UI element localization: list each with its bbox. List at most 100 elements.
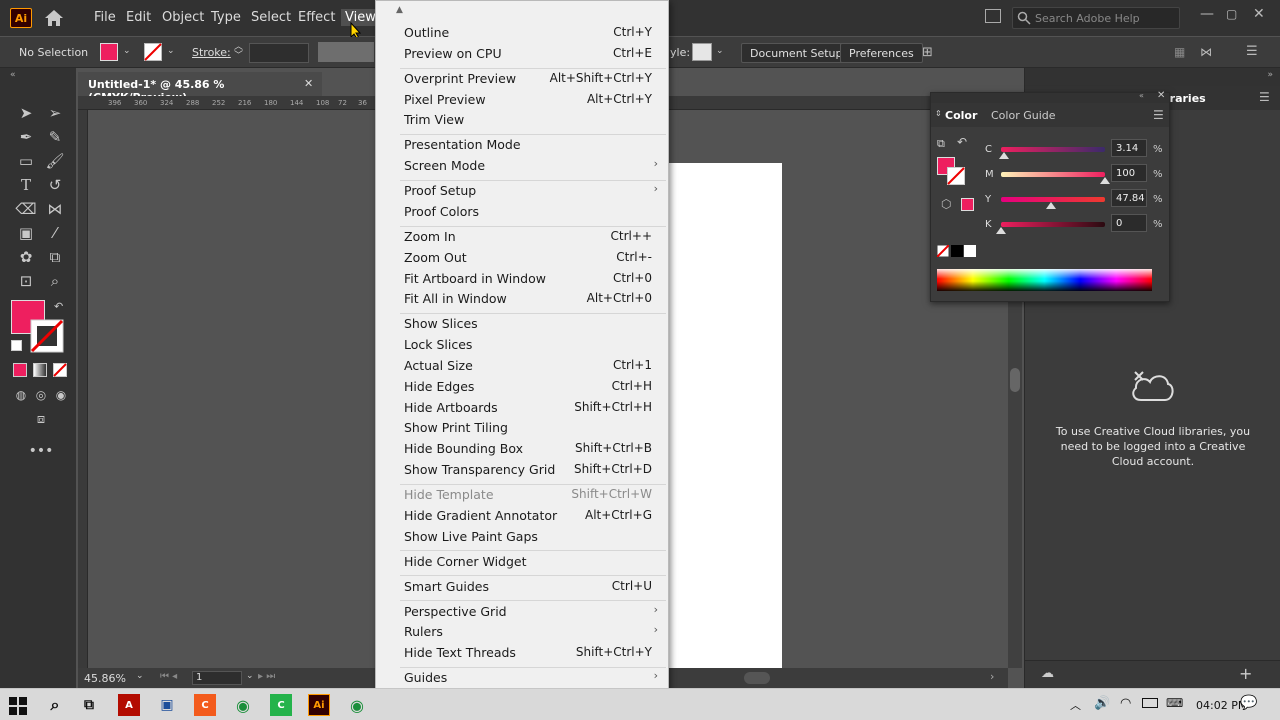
collapse-icon[interactable]: «	[10, 70, 16, 80]
default-colors-icon[interactable]	[11, 340, 22, 351]
menu-item-smart-guides[interactable]: Smart Guides Ctrl+U	[404, 579, 652, 600]
menu-item-preview-on-cpu[interactable]: Preview on CPU Ctrl+E	[404, 46, 652, 67]
remote-desktop-icon[interactable]: ▣	[156, 694, 178, 716]
gamut-color-swatch[interactable]	[961, 198, 974, 211]
chevron-updown-icon[interactable]: ⇕	[935, 109, 942, 118]
selection-tool-icon[interactable]: ➤	[15, 102, 37, 124]
menu-effect[interactable]: Effect	[298, 10, 335, 25]
menu-item-hide-artboards[interactable]: Hide Artboards Shift+Ctrl+H	[404, 400, 652, 421]
close-panel-icon[interactable]: ✕	[1157, 90, 1165, 101]
stroke-swatch[interactable]	[947, 167, 965, 185]
variable-width-profile[interactable]	[318, 42, 374, 62]
color-mode-icon[interactable]	[13, 363, 27, 377]
menu-item-show-transparency-grid[interactable]: Show Transparency Grid Shift+Ctrl+D	[404, 462, 652, 483]
scroll-thumb[interactable]	[744, 672, 770, 684]
type-tool-icon[interactable]: T	[15, 174, 37, 196]
illustrator-taskbar-icon[interactable]: Ai	[308, 694, 330, 716]
close-document-icon[interactable]: ✕	[304, 77, 313, 90]
fill-swatch[interactable]	[100, 43, 118, 61]
menu-item-fit-artboard-in-window[interactable]: Fit Artboard in Window Ctrl+0	[404, 271, 652, 292]
search-input[interactable]: Search Adobe Help	[1012, 7, 1180, 29]
black-slider[interactable]	[1001, 222, 1105, 227]
cyan-slider-thumb[interactable]	[999, 152, 1010, 159]
cyan-slider[interactable]	[1001, 147, 1105, 152]
eraser-tool-icon[interactable]: ⌫	[15, 198, 37, 220]
menu-item-show-live-paint-gaps[interactable]: Show Live Paint Gaps	[404, 529, 652, 550]
gradient-tool-icon[interactable]: ▣	[15, 222, 37, 244]
menu-object[interactable]: Object	[162, 10, 204, 25]
zoom-tool-icon[interactable]: ⌕	[44, 270, 66, 292]
color-spectrum[interactable]	[937, 269, 1152, 291]
menu-item-pixel-preview[interactable]: Pixel Preview Alt+Ctrl+Y	[404, 92, 652, 113]
eyedropper-tool-icon[interactable]: ⁄	[44, 222, 66, 244]
battery-icon[interactable]	[1142, 698, 1158, 708]
menu-item-hide-text-threads[interactable]: Hide Text Threads Shift+Ctrl+Y	[404, 645, 652, 666]
magenta-slider-thumb[interactable]	[1100, 177, 1110, 184]
collapse-icon[interactable]: «	[1139, 91, 1144, 100]
artboard[interactable]	[668, 163, 782, 668]
menu-item-hide-edges[interactable]: Hide Edges Ctrl+H	[404, 379, 652, 400]
menu-item-trim-view[interactable]: Trim View	[404, 112, 652, 133]
chevron-down-icon[interactable]: ⌄	[246, 671, 254, 681]
stroke-color-icon[interactable]	[30, 319, 64, 353]
close-window-button[interactable]: ✕	[1253, 6, 1265, 22]
task-view-icon[interactable]: ⧉	[78, 694, 100, 716]
volume-icon[interactable]: 🔊	[1094, 696, 1110, 711]
chevron-down-icon[interactable]: ⌄	[136, 671, 144, 681]
last-artboard-icon[interactable]: ▸ ⏭	[258, 671, 275, 682]
panel-menu-icon[interactable]: ☰	[1246, 44, 1258, 59]
black-swatch[interactable]	[951, 245, 963, 257]
menu-item-zoom-out[interactable]: Zoom Out Ctrl+-	[404, 250, 652, 271]
panel-title-bar[interactable]: « ✕	[931, 90, 1169, 103]
menu-item-proof-setup[interactable]: Proof Setup ›	[404, 182, 658, 204]
magenta-slider[interactable]	[1001, 172, 1105, 177]
swap-colors-icon[interactable]: ↶	[54, 300, 63, 313]
tab-color[interactable]: Color	[945, 109, 977, 122]
yellow-value-input[interactable]: 47.84	[1111, 189, 1147, 207]
symbol-sprayer-tool-icon[interactable]: ✿	[15, 246, 37, 268]
screen-mode-icon[interactable]: ⧈	[30, 408, 52, 430]
swap-icon[interactable]: ↶	[957, 135, 967, 149]
menu-item-hide-gradient-annotator[interactable]: Hide Gradient Annotator Alt+Ctrl+G	[404, 508, 652, 529]
scroll-right-icon[interactable]: ›	[990, 670, 994, 683]
first-artboard-icon[interactable]: ⏮ ◂	[160, 671, 177, 682]
maximize-button[interactable]: ▢	[1226, 7, 1237, 21]
yellow-slider-thumb[interactable]	[1045, 202, 1056, 209]
horizontal-scrollbar[interactable]: ›	[668, 668, 1008, 688]
menu-item-perspective-grid[interactable]: Perspective Grid ›	[404, 603, 658, 625]
chevron-down-icon[interactable]: ⌄	[123, 46, 131, 56]
none-mode-icon[interactable]	[53, 363, 67, 377]
minimize-button[interactable]: —	[1200, 6, 1214, 22]
gradient-mode-icon[interactable]	[33, 363, 47, 377]
acrobat-icon[interactable]: A	[118, 694, 140, 716]
document-tab[interactable]: Untitled-1* @ 45.86 % (CMYK/Preview) ✕	[78, 72, 322, 104]
black-slider-thumb[interactable]	[996, 227, 1006, 234]
rectangle-tool-icon[interactable]: ▭	[15, 150, 37, 172]
wifi-icon[interactable]: ◠	[1120, 696, 1131, 711]
direct-selection-tool-icon[interactable]: ➢	[44, 102, 66, 124]
tab-color-guide[interactable]: Color Guide	[991, 109, 1056, 122]
zoom-level[interactable]: 45.86%	[84, 672, 126, 685]
panel-menu-icon[interactable]: ☰	[1153, 108, 1164, 122]
home-icon[interactable]	[44, 9, 64, 27]
document-setup-button[interactable]: Document Setup	[741, 43, 852, 63]
chrome-icon[interactable]: ◉	[232, 694, 254, 716]
stroke-label[interactable]: Stroke:	[192, 46, 231, 59]
windows-start-icon[interactable]	[9, 697, 27, 715]
search-icon[interactable]: ⌕	[44, 694, 66, 716]
scroll-thumb[interactable]	[1010, 368, 1020, 392]
draw-normal-icon[interactable]: ◍	[10, 384, 32, 406]
menu-item-screen-mode[interactable]: Screen Mode ›	[404, 157, 658, 179]
menu-item-outline[interactable]: Outline Ctrl+Y	[404, 25, 652, 46]
magenta-value-input[interactable]: 100	[1111, 164, 1147, 182]
chrome-icon[interactable]: ◉	[346, 694, 368, 716]
menu-item-lock-slices[interactable]: Lock Slices	[404, 337, 652, 358]
pen-tool-icon[interactable]: ✒	[15, 126, 37, 148]
menu-item-fit-all-in-window[interactable]: Fit All in Window Alt+Ctrl+0	[404, 291, 652, 312]
rotate-tool-icon[interactable]: ↺	[44, 174, 66, 196]
menu-select[interactable]: Select	[251, 10, 291, 25]
curvature-tool-icon[interactable]: ✎	[44, 126, 66, 148]
menu-edit[interactable]: Edit	[126, 10, 151, 25]
camtasia-icon[interactable]: C	[270, 694, 292, 716]
graphic-style-swatch[interactable]	[692, 43, 712, 61]
